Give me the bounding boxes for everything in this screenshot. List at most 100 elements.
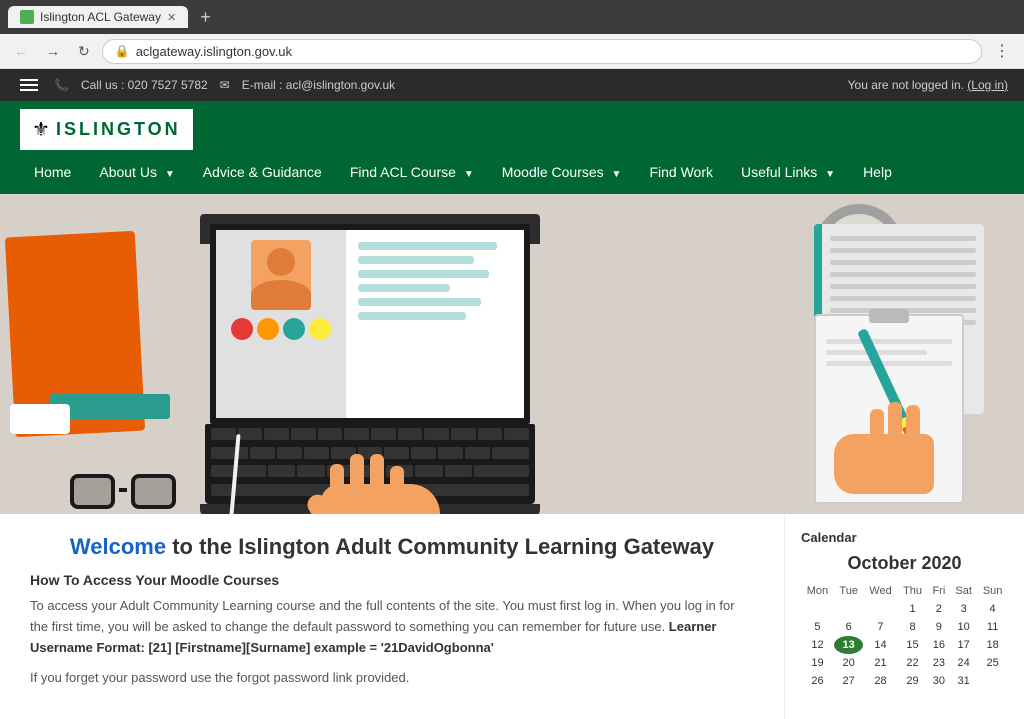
calendar-day-cell: 3 xyxy=(950,600,977,618)
url-text: aclgateway.islington.gov.uk xyxy=(136,44,292,59)
top-bar: 📞 Call us : 020 7527 5782 ✉ E-mail : acl… xyxy=(0,69,1024,101)
calendar-label: Calendar xyxy=(801,530,1008,545)
login-link[interactable]: (Log in) xyxy=(967,78,1008,92)
tab-title: Islington ACL Gateway xyxy=(40,10,161,24)
calendar-day-header: Wed xyxy=(863,582,897,600)
nav-item-moodle: Moodle Courses ▼ xyxy=(488,150,636,194)
calendar-day-header: Sun xyxy=(977,582,1008,600)
glasses xyxy=(70,474,176,509)
nav-link-about[interactable]: About Us ▼ xyxy=(85,150,188,194)
nav-link-moodle[interactable]: Moodle Courses ▼ xyxy=(488,150,636,194)
calendar-day-cell xyxy=(834,600,863,618)
nav-link-home[interactable]: Home xyxy=(20,150,85,194)
main-content: Welcome to the Islington Adult Community… xyxy=(0,514,784,719)
top-bar-right: You are not logged in. (Log in) xyxy=(848,78,1008,92)
eraser xyxy=(10,404,70,434)
site-header: ⚜ ISLINGTON xyxy=(0,101,1024,150)
calendar-day-cell: 23 xyxy=(928,654,951,672)
calendar-day-cell: 21 xyxy=(863,654,897,672)
calendar-day-cell xyxy=(801,600,834,618)
nav-link-advice[interactable]: Advice & Guidance xyxy=(189,150,336,194)
calendar-day-cell: 8 xyxy=(898,618,928,636)
calendar-day-cell: 1 xyxy=(898,600,928,618)
nav-item-find-acl: Find ACL Course ▼ xyxy=(336,150,488,194)
calendar-day-cell: 4 xyxy=(977,600,1008,618)
calendar-day-cell: 17 xyxy=(950,636,977,654)
calendar-day-cell xyxy=(863,600,897,618)
hamburger-line xyxy=(20,89,38,91)
logo-area[interactable]: ⚜ ISLINGTON xyxy=(20,109,193,150)
nav-item-find-work: Find Work xyxy=(635,150,727,194)
tab-favicon xyxy=(20,10,34,24)
calendar-day-cell: 20 xyxy=(834,654,863,672)
section-subtitle: How To Access Your Moodle Courses xyxy=(30,572,754,588)
browser-tab[interactable]: Islington ACL Gateway ✕ xyxy=(8,6,188,28)
calendar-day-header: Sat xyxy=(950,582,977,600)
calendar-day-cell: 9 xyxy=(928,618,951,636)
calendar-grid: MonTueWedThuFriSatSun 123456789101112131… xyxy=(801,582,1008,690)
body-paragraph-2: If you forget your password use the forg… xyxy=(30,668,754,689)
address-bar[interactable]: 🔒 aclgateway.islington.gov.uk xyxy=(102,39,982,64)
welcome-word: Welcome xyxy=(70,534,166,559)
calendar-month: October 2020 xyxy=(801,553,1008,574)
calendar-day-cell: 5 xyxy=(801,618,834,636)
nav-list: Home About Us ▼ Advice & Guidance Find A… xyxy=(20,150,1004,194)
body-text-1: To access your Adult Community Learning … xyxy=(30,598,735,634)
main-nav: Home About Us ▼ Advice & Guidance Find A… xyxy=(0,150,1024,194)
logo-text: ISLINGTON xyxy=(56,119,181,140)
nav-item-advice: Advice & Guidance xyxy=(189,150,336,194)
back-button[interactable]: ← xyxy=(8,40,34,62)
sidebar-right: Calendar October 2020 MonTueWedThuFriSat… xyxy=(784,514,1024,719)
calendar-day-cell: 6 xyxy=(834,618,863,636)
hand-illustration xyxy=(300,454,460,514)
calendar-week-row: 12131415161718 xyxy=(801,636,1008,654)
hamburger-menu[interactable] xyxy=(16,75,42,95)
nav-link-find-work[interactable]: Find Work xyxy=(635,150,727,194)
nav-link-find-acl[interactable]: Find ACL Course ▼ xyxy=(336,150,488,194)
hamburger-line xyxy=(20,79,38,81)
calendar-day-cell: 13 xyxy=(834,636,863,654)
calendar-header-row: MonTueWedThuFriSatSun xyxy=(801,582,1008,600)
forward-button[interactable]: → xyxy=(40,40,66,62)
email-text: E-mail : acl@islington.gov.uk xyxy=(242,78,395,92)
body-paragraph-1: To access your Adult Community Learning … xyxy=(30,596,754,658)
calendar-week-row: 1234 xyxy=(801,600,1008,618)
laptop-screen xyxy=(210,224,530,424)
email-icon: ✉ xyxy=(220,78,230,92)
caret-icon: ▼ xyxy=(464,169,474,180)
extensions-button[interactable]: ⋮ xyxy=(988,38,1016,64)
calendar-day-cell: 19 xyxy=(801,654,834,672)
nav-link-help[interactable]: Help xyxy=(849,150,906,194)
calendar-day-cell: 18 xyxy=(977,636,1008,654)
calendar-day-cell: 2 xyxy=(928,600,951,618)
calendar-day-cell: 15 xyxy=(898,636,928,654)
calendar-day-cell: 11 xyxy=(977,618,1008,636)
welcome-rest: to the Islington Adult Community Learnin… xyxy=(166,534,714,559)
nav-link-useful-links[interactable]: Useful Links ▼ xyxy=(727,150,849,194)
caret-icon: ▼ xyxy=(165,169,175,180)
nav-item-help: Help xyxy=(849,150,906,194)
calendar-day-cell: 12 xyxy=(801,636,834,654)
calendar-day-cell: 22 xyxy=(898,654,928,672)
phone-text: Call us : 020 7527 5782 xyxy=(81,78,208,92)
calendar-day-cell: 7 xyxy=(863,618,897,636)
tab-close-button[interactable]: ✕ xyxy=(167,11,176,24)
calendar-day-header: Thu xyxy=(898,582,928,600)
hamburger-line xyxy=(20,84,38,86)
calendar-day-cell: 25 xyxy=(977,654,1008,672)
main-wrapper: Welcome to the Islington Adult Community… xyxy=(0,514,1024,719)
calendar-day-header: Tue xyxy=(834,582,863,600)
browser-title-bar: Islington ACL Gateway ✕ + xyxy=(0,0,1024,34)
calendar-day-cell: 10 xyxy=(950,618,977,636)
browser-chrome: Islington ACL Gateway ✕ + ← → ↻ 🔒 aclgat… xyxy=(0,0,1024,69)
top-bar-left: 📞 Call us : 020 7527 5782 ✉ E-mail : acl… xyxy=(16,75,395,95)
calendar-body: 1234567891011121314151617181920212223242… xyxy=(801,600,1008,690)
calendar-week-row: 19202122232425 xyxy=(801,654,1008,672)
hero-banner xyxy=(0,194,1024,514)
nav-item-home: Home xyxy=(20,150,85,194)
calendar-day-cell: 16 xyxy=(928,636,951,654)
new-tab-button[interactable]: + xyxy=(192,7,219,28)
browser-nav-bar: ← → ↻ 🔒 aclgateway.islington.gov.uk ⋮ xyxy=(0,34,1024,69)
caret-icon: ▼ xyxy=(825,169,835,180)
refresh-button[interactable]: ↻ xyxy=(72,40,96,63)
